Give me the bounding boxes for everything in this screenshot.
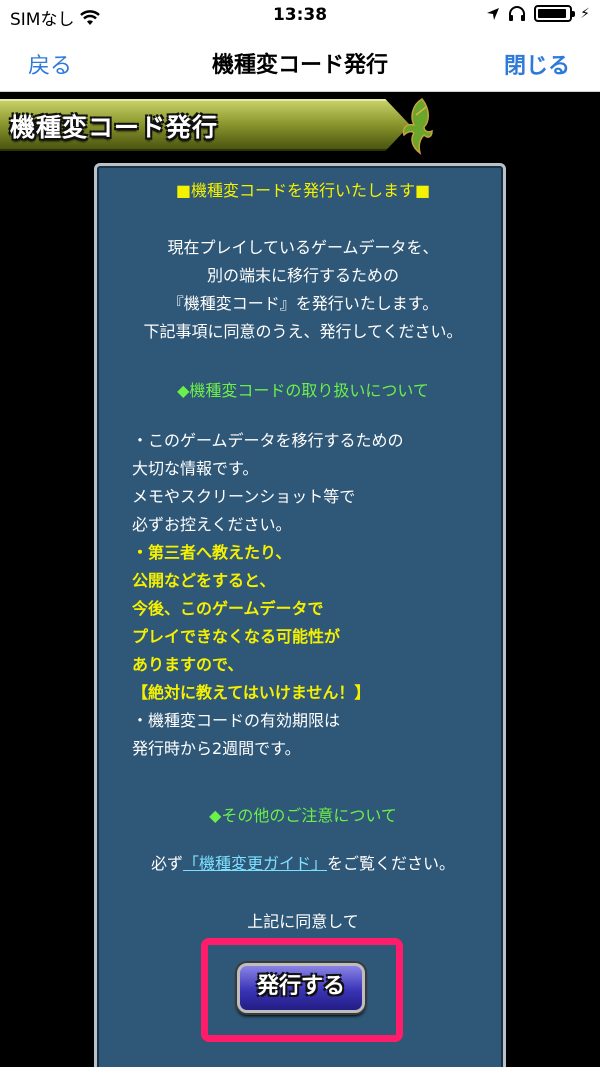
note-line: 大切な情報です。 <box>132 459 259 478</box>
note-line: メモやスクリーンショット等で <box>132 487 356 506</box>
expiry-line: ・機種変コードの有効期限は <box>132 711 341 730</box>
status-bar: SIMなし 13:38 ⚡ <box>0 0 600 30</box>
warning-line: 今後、このゲームデータで <box>132 599 324 618</box>
headphones-icon <box>509 5 526 21</box>
guide-link[interactable]: 「機種変更ガイド」 <box>183 854 327 873</box>
close-button[interactable]: 閉じる <box>504 48 570 80</box>
warning-line: ・第三者へ教えたり、 <box>132 543 292 562</box>
note-line: ・このゲームデータを移行するための <box>132 431 404 450</box>
expiry-line: 発行時から2週間です。 <box>132 739 301 758</box>
guide-prefix: 必ず <box>150 854 183 873</box>
intro-line: 現在プレイしているゲームデータを、 <box>167 238 439 257</box>
section-title-handling: ◆機種変コードの取り扱いについて <box>177 381 429 400</box>
banner-title: 機種変コード発行 <box>10 113 219 142</box>
guide-suffix: をご覧ください。 <box>327 854 456 873</box>
guide-text: 必ず「機種変更ガイド」をご覧ください。 <box>97 854 509 874</box>
warning-line: ありますので、 <box>132 655 244 674</box>
agree-text: 上記に同意して <box>247 912 359 931</box>
charging-icon: ⚡ <box>580 5 590 22</box>
header-banner: 機種変コード発行 <box>0 95 433 155</box>
intro-line: 『機種変コード』を発行いたします。 <box>167 294 439 313</box>
status-right: ⚡ <box>486 5 590 22</box>
nav-bar: 戻る 機種変コード発行 閉じる <box>0 30 600 92</box>
intro-line: 別の端末に移行するための <box>206 266 399 285</box>
dragon-icon <box>402 98 433 155</box>
warning-line: 公開などをすると、 <box>132 571 276 590</box>
issue-button[interactable]: 発行する <box>237 963 365 1013</box>
section-title-other: ◆その他のご注意について <box>209 806 397 825</box>
intro-line: 下記事項に同意のうえ、発行してください。 <box>143 322 463 341</box>
content-panel: ■機種変コードを発行いたします■ 現在プレイしているゲームデータを、 別の端末に… <box>94 163 506 1067</box>
location-arrow-icon <box>487 7 500 20</box>
warning-line: プレイできなくなる可能性が <box>132 627 341 646</box>
warning-line: 【絶対に教えてはいけません！】 <box>132 683 371 702</box>
panel-heading: ■機種変コードを発行いたします■ <box>175 181 431 200</box>
note-line: 必ずお控えください。 <box>132 515 292 534</box>
battery-icon <box>534 5 576 22</box>
